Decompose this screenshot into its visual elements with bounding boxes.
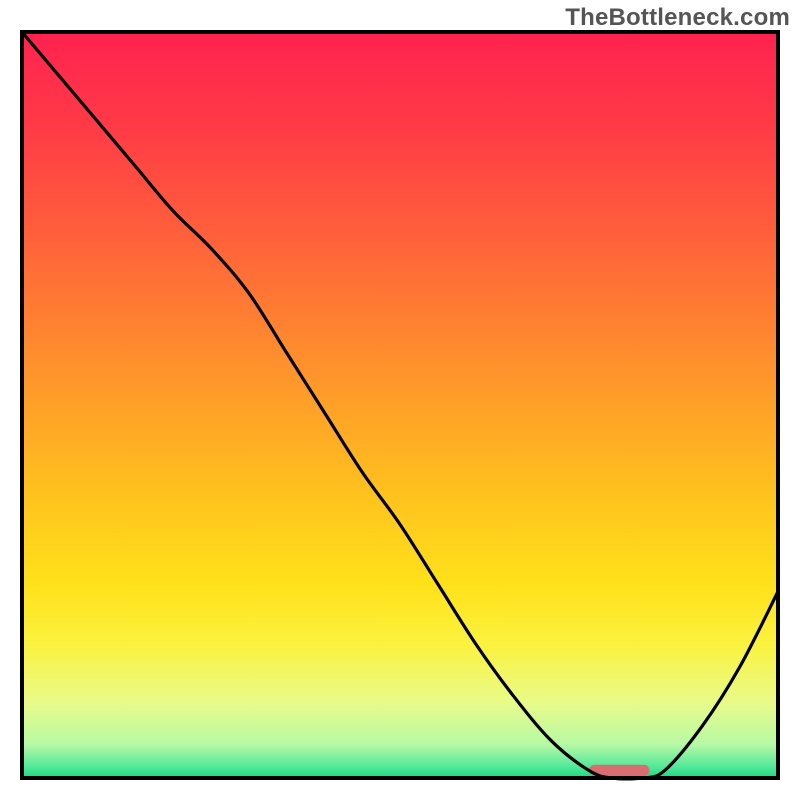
watermark-text: TheBottleneck.com <box>565 4 790 32</box>
chart-svg <box>0 0 800 800</box>
plot-background <box>22 32 778 778</box>
chart-frame: TheBottleneck.com <box>0 0 800 800</box>
